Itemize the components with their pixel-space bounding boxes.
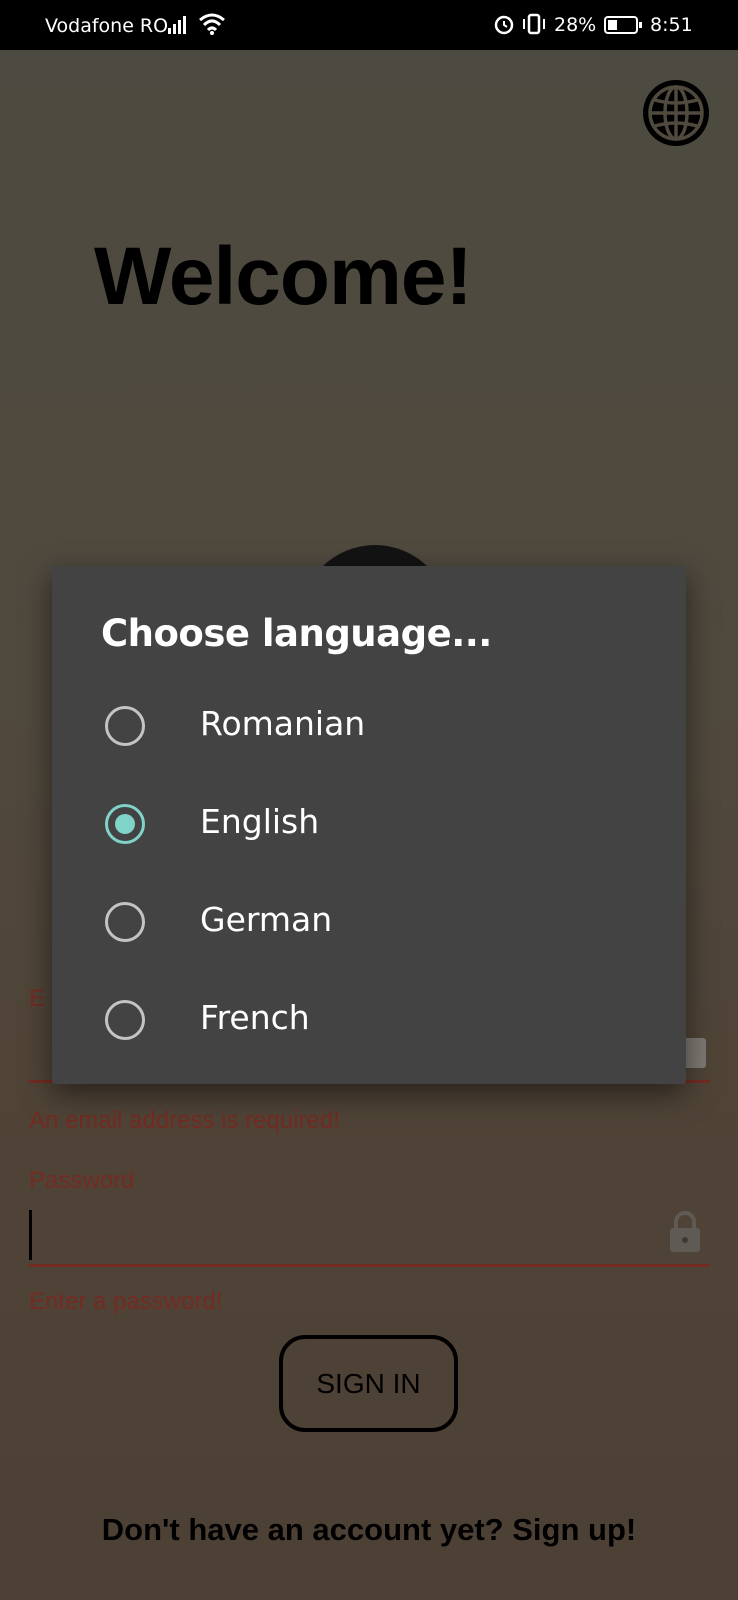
dialog-title: Choose language...	[101, 612, 492, 655]
vibrate-icon	[523, 13, 545, 35]
language-label: German	[200, 900, 333, 939]
wifi-icon	[199, 13, 225, 35]
radio-button[interactable]	[105, 706, 145, 746]
signal-icon	[168, 16, 186, 34]
language-label: French	[200, 998, 310, 1037]
language-option-german[interactable]: German	[52, 873, 686, 971]
language-dialog: Choose language... Romanian English Germ…	[52, 566, 686, 1084]
carrier-name: Vodafone RO	[45, 15, 169, 37]
language-label: English	[200, 802, 320, 841]
alarm-icon	[494, 15, 514, 35]
language-option-english[interactable]: English	[52, 775, 686, 873]
battery-icon	[604, 16, 642, 34]
language-option-french[interactable]: French	[52, 971, 686, 1069]
language-label: Romanian	[200, 704, 366, 743]
status-bar: Vodafone RO 28% 8:51	[0, 0, 738, 50]
clock: 8:51	[650, 14, 693, 36]
radio-button-selected[interactable]	[105, 804, 145, 844]
battery-percent: 28%	[554, 14, 597, 36]
radio-button[interactable]	[105, 902, 145, 942]
radio-button[interactable]	[105, 1000, 145, 1040]
language-option-romanian[interactable]: Romanian	[52, 677, 686, 775]
